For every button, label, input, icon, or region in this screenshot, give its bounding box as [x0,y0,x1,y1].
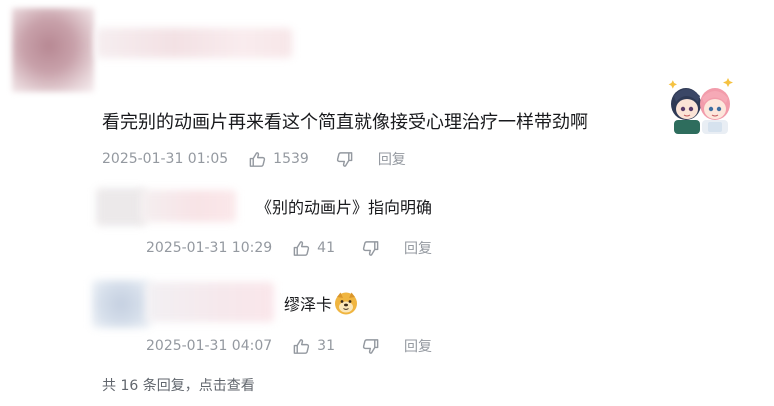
dislike-button[interactable] [335,150,354,169]
reply-username-blurred[interactable] [146,282,274,322]
reply-avatar[interactable] [92,280,150,328]
thumbs-down-icon [362,338,379,354]
reply-button[interactable]: 回复 [378,149,406,169]
reply-avatar[interactable] [96,188,146,226]
user-avatar[interactable] [12,8,94,92]
reply-meta: 2025-01-31 04:07 31 回复 [146,336,432,356]
like-button[interactable]: 1539 [248,150,309,169]
like-button[interactable]: 31 [292,337,335,356]
like-button[interactable]: 41 [292,239,335,258]
reply-text-content: 缪泽卡 [284,295,333,314]
reply-button[interactable]: 回复 [404,336,432,356]
thumbs-down-icon [362,240,379,256]
reply-meta: 2025-01-31 10:29 41 回复 [146,238,432,258]
thumbs-up-icon [293,240,310,256]
like-count: 1539 [273,151,309,167]
reply-text: 《别的动画片》指向明确 [256,198,433,217]
thumbs-up-icon [293,338,310,354]
reply-time: 2025-01-31 10:29 [146,240,273,256]
username-blurred[interactable] [96,28,292,58]
reply-summary: 共 16 条回复，点击查看 [102,375,255,395]
thumbs-up-icon [249,151,266,167]
comment-time: 2025-01-31 01:05 [102,151,229,167]
doge-emoji [335,292,358,315]
reply-button[interactable]: 回复 [404,238,432,258]
reply-time: 2025-01-31 04:07 [146,338,273,354]
anime-girls-sticker [668,78,733,134]
dislike-button[interactable] [361,239,380,258]
like-count: 41 [317,240,335,256]
dislike-button[interactable] [361,337,380,356]
thumbs-down-icon [336,151,353,167]
reply-text: 缪泽卡 [284,291,358,316]
reply-count-text: 共 16 条回复， [102,378,199,394]
comment-text: 看完别的动画片再来看这个简直就像接受心理治疗一样带劲啊 [102,112,588,133]
reply-username-blurred[interactable] [140,190,236,222]
comment-meta: 2025-01-31 01:05 1539 回复 [102,149,406,169]
view-more-link[interactable]: 点击查看 [199,378,255,394]
like-count: 31 [317,338,335,354]
